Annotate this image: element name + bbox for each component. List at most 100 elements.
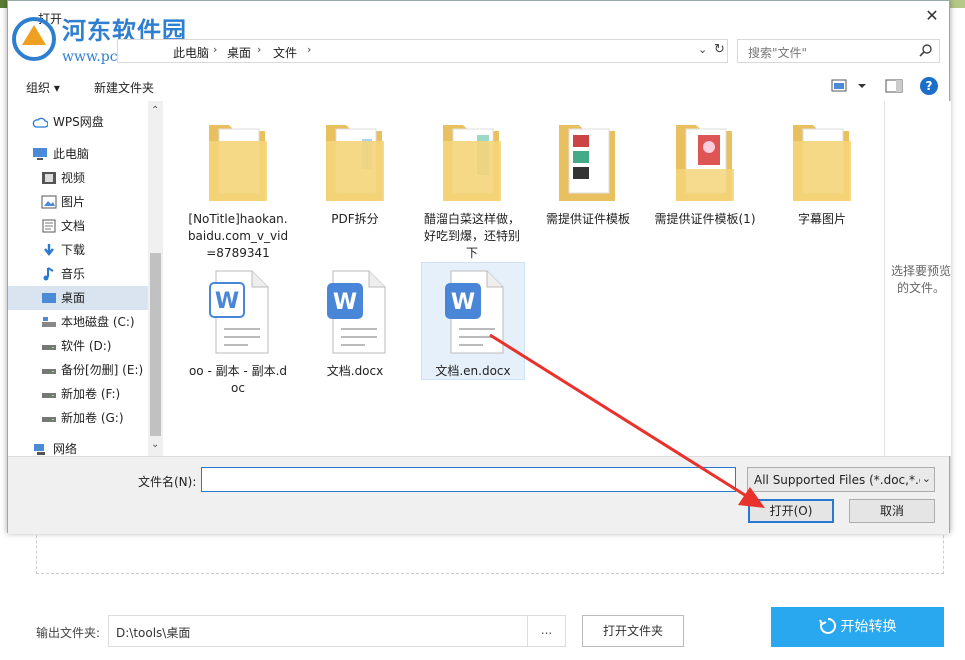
folder-icon [793,125,851,201]
scrollbar-thumb[interactable] [150,253,161,436]
open-button[interactable]: 打开(O) [748,499,834,523]
folder-item[interactable]: 需提供证件模板(1) [653,119,757,228]
breadcrumb-separator-icon: › [213,43,218,56]
folder-icon [326,125,384,201]
file-item-selected[interactable]: W 文档.en.docx [421,262,525,380]
nav-label: 下载 [61,243,86,257]
drive-icon [42,417,56,422]
start-convert-label: 开始转换 [840,619,897,635]
file-name: [NoTitle]haokan.baidu.com_v_vid=8789341 [187,212,289,260]
address-bar[interactable]: 此电脑 › 桌面 › 文件 › ⌄ ↻ [117,39,728,63]
scroll-down-icon[interactable]: ⌄ [151,439,159,450]
search-box[interactable]: 搜索"文件" [737,39,940,63]
dialog-footer: 文件名(N): All Supported Files (*.doc,*.d ⌄… [8,456,949,534]
folder-item[interactable]: [NoTitle]haokan.baidu.com_v_vid=8789341 [186,119,290,262]
watermark-logo-icon [12,17,56,61]
refresh-icon [818,618,836,634]
nav-label: 视频 [61,171,86,185]
nav-item-music[interactable]: 音乐 [8,262,148,286]
cancel-button[interactable]: 取消 [849,499,935,523]
nav-item-drive-c[interactable]: 本地磁盘 (C:) [8,310,148,334]
folder-item[interactable]: 醋溜白菜这样做，好吃到爆，还特别下 [420,119,524,262]
scroll-up-icon[interactable]: ⌃ [151,105,159,116]
organize-menu[interactable]: 组织 ▾ [26,79,60,96]
toolbar: 组织 ▾ 新建文件夹 ? [8,71,949,101]
breadcrumb-separator-icon: › [257,43,262,56]
file-name: 字幕图片 [797,212,846,226]
nav-item-drive-g[interactable]: 新加卷 (G:) [8,406,148,430]
nav-item-drive-f[interactable]: 新加卷 (F:) [8,382,148,406]
nav-item-drive-d[interactable]: 软件 (D:) [8,334,148,358]
help-icon[interactable]: ? [920,77,938,95]
preview-hint: 选择要预览的文件。 [890,264,951,295]
file-type-filter[interactable]: All Supported Files (*.doc,*.d ⌄ [747,467,935,492]
nav-scrollbar[interactable]: ⌃ ⌄ [148,101,163,456]
breadcrumb-desktop[interactable]: 桌面 [227,44,251,61]
nav-item-documents[interactable]: 文档 [8,214,148,238]
preview-pane: 选择要预览的文件。 [884,101,951,456]
folder-icon [209,125,267,201]
nav-item-wps-cloud[interactable]: WPS网盘 [8,110,148,134]
nav-label: 备份[勿删] (E:) [61,363,144,377]
filename-input[interactable] [201,467,736,492]
folder-item[interactable]: 字幕图片 [770,119,874,228]
nav-item-this-pc[interactable]: 此电脑 [8,142,148,166]
nav-label: 新加卷 (F:) [61,387,121,401]
folder-icon [676,125,734,201]
folder-item[interactable]: 需提供证件模板 [536,119,640,228]
picture-icon [41,195,57,209]
drive-icon [42,393,56,398]
chevron-down-icon: ⌄ [919,472,931,485]
svg-text:W: W [451,290,475,315]
folder-item[interactable]: PDF拆分 [303,119,407,228]
search-input[interactable]: 搜索"文件" [748,44,807,61]
close-button[interactable]: ✕ [915,1,949,31]
svg-text:W: W [333,290,357,315]
computer-icon [33,148,47,160]
drive-icon [42,345,56,350]
file-name: PDF拆分 [331,212,379,226]
file-name: 需提供证件模板 [545,212,630,226]
file-type-filter-value: All Supported Files (*.doc,*.d [754,473,927,487]
folder-icon [443,125,501,201]
nav-label: 图片 [61,195,86,209]
file-name: oo - 副本 - 副本.doc [188,364,288,395]
view-options-icon[interactable] [831,78,871,94]
open-folder-button[interactable]: 打开文件夹 [582,615,684,647]
file-item[interactable]: W oo - 副本 - 副本.doc [186,267,290,397]
open-file-dialog: 打开 ✕ 河东软件园 www.pc0359.cn 此电脑 › 桌面 › 文件 ›… [7,0,951,534]
file-name: 需提供证件模板(1) [654,212,756,226]
nav-item-downloads[interactable]: 下载 [8,238,148,262]
breadcrumb-files[interactable]: 文件 [273,44,297,61]
docx-file-icon: W [327,270,386,354]
nav-item-video[interactable]: 视频 [8,166,148,190]
file-name: 文档.en.docx [435,364,511,378]
breadcrumb-this-pc[interactable]: 此电脑 [173,44,209,61]
doc-file-icon: W [209,270,269,354]
folder-icon [559,125,615,201]
new-folder-button[interactable]: 新建文件夹 [94,79,154,96]
drive-c-icon [42,317,56,327]
browse-button[interactable]: ... [528,615,566,647]
output-path-field[interactable]: D:\tools\桌面 [108,615,528,647]
network-icon [34,444,45,455]
refresh-icon[interactable]: ↻ [714,42,725,57]
file-item[interactable]: W 文档.docx [303,267,407,380]
nav-label: 音乐 [61,267,86,281]
nav-item-pictures[interactable]: 图片 [8,190,148,214]
nav-label: 软件 (D:) [61,339,112,353]
nav-item-drive-e[interactable]: 备份[勿删] (E:) [8,358,148,382]
music-icon [43,267,54,281]
nav-label: 桌面 [61,291,86,305]
filename-label: 文件名(N): [138,475,197,489]
drive-icon [42,369,56,374]
file-name: 醋溜白菜这样做，好吃到爆，还特别下 [423,212,520,260]
address-dropdown-icon[interactable]: ⌄ [698,43,707,56]
search-icon[interactable] [919,43,933,57]
breadcrumb-separator-icon: › [307,43,312,56]
preview-pane-icon[interactable] [885,78,903,94]
start-convert-button[interactable]: 开始转换 [771,607,944,647]
cloud-icon [32,117,48,128]
nav-label: WPS网盘 [53,115,104,129]
nav-item-desktop[interactable]: 桌面 [8,286,148,310]
